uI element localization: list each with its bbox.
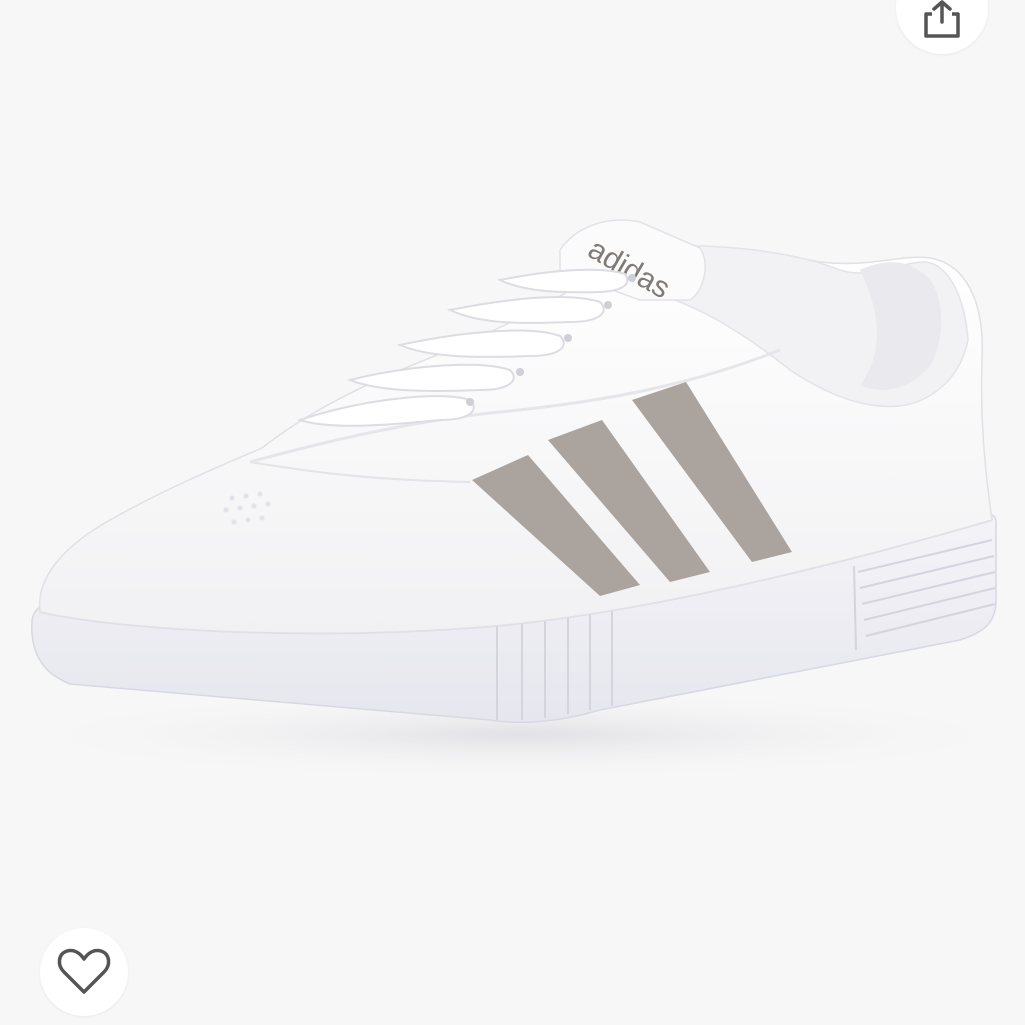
product-image-sneaker[interactable]: adidas [0, 0, 1025, 1025]
wishlist-button[interactable] [40, 928, 128, 1016]
product-image-viewer: adidas [0, 0, 1025, 1025]
share-icon [924, 0, 960, 38]
heart-outline-icon [57, 948, 111, 994]
